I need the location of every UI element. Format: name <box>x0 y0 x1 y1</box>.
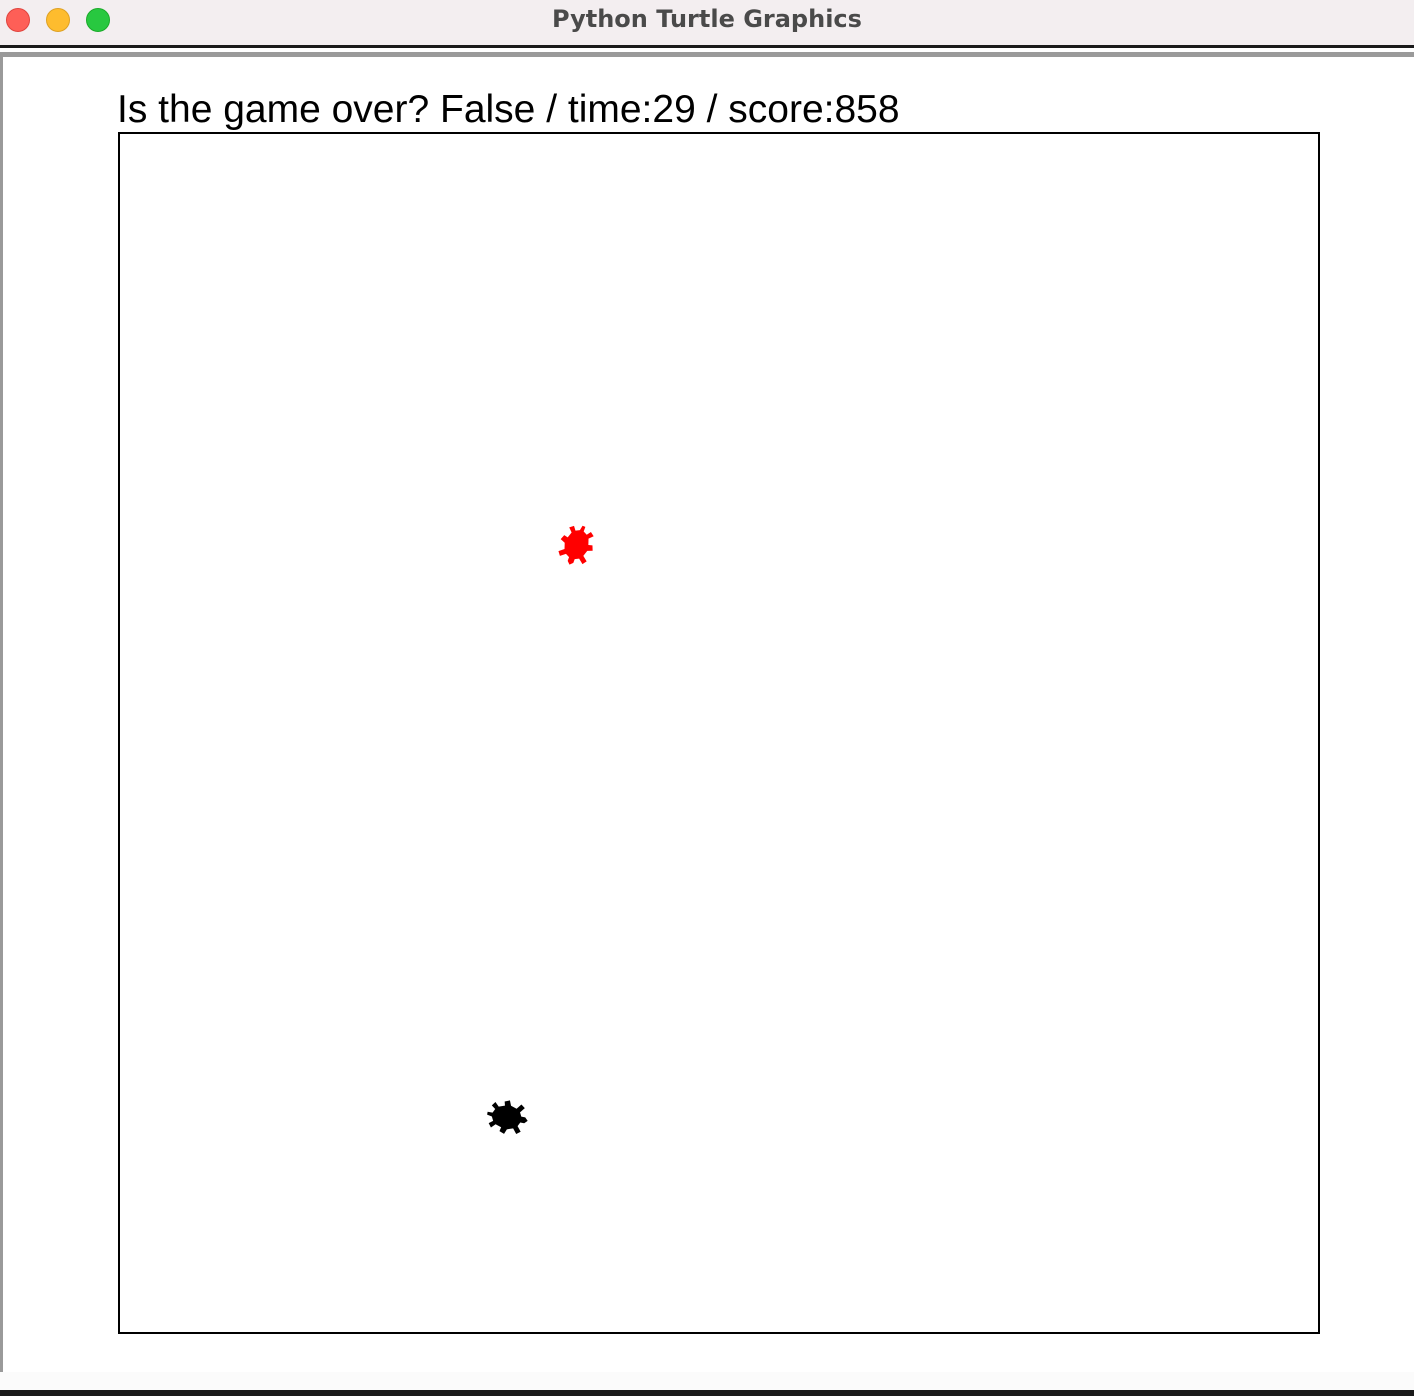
turtle-window: Python Turtle Graphics Is the game over?… <box>0 0 1414 1396</box>
player-turtle-icon <box>487 1100 528 1135</box>
title-bar[interactable]: Python Turtle Graphics <box>0 0 1414 48</box>
window-bottom-border <box>0 1390 1414 1396</box>
game-arena-border <box>118 132 1320 1334</box>
window-bottom-strip <box>0 1372 1414 1390</box>
window-title: Python Turtle Graphics <box>552 5 862 33</box>
target-turtle-shape <box>558 525 594 565</box>
game-status-text: Is the game over? False / time:29 / scor… <box>117 88 900 131</box>
target-turtle-icon <box>558 525 594 565</box>
player-turtle-shape <box>487 1100 528 1135</box>
